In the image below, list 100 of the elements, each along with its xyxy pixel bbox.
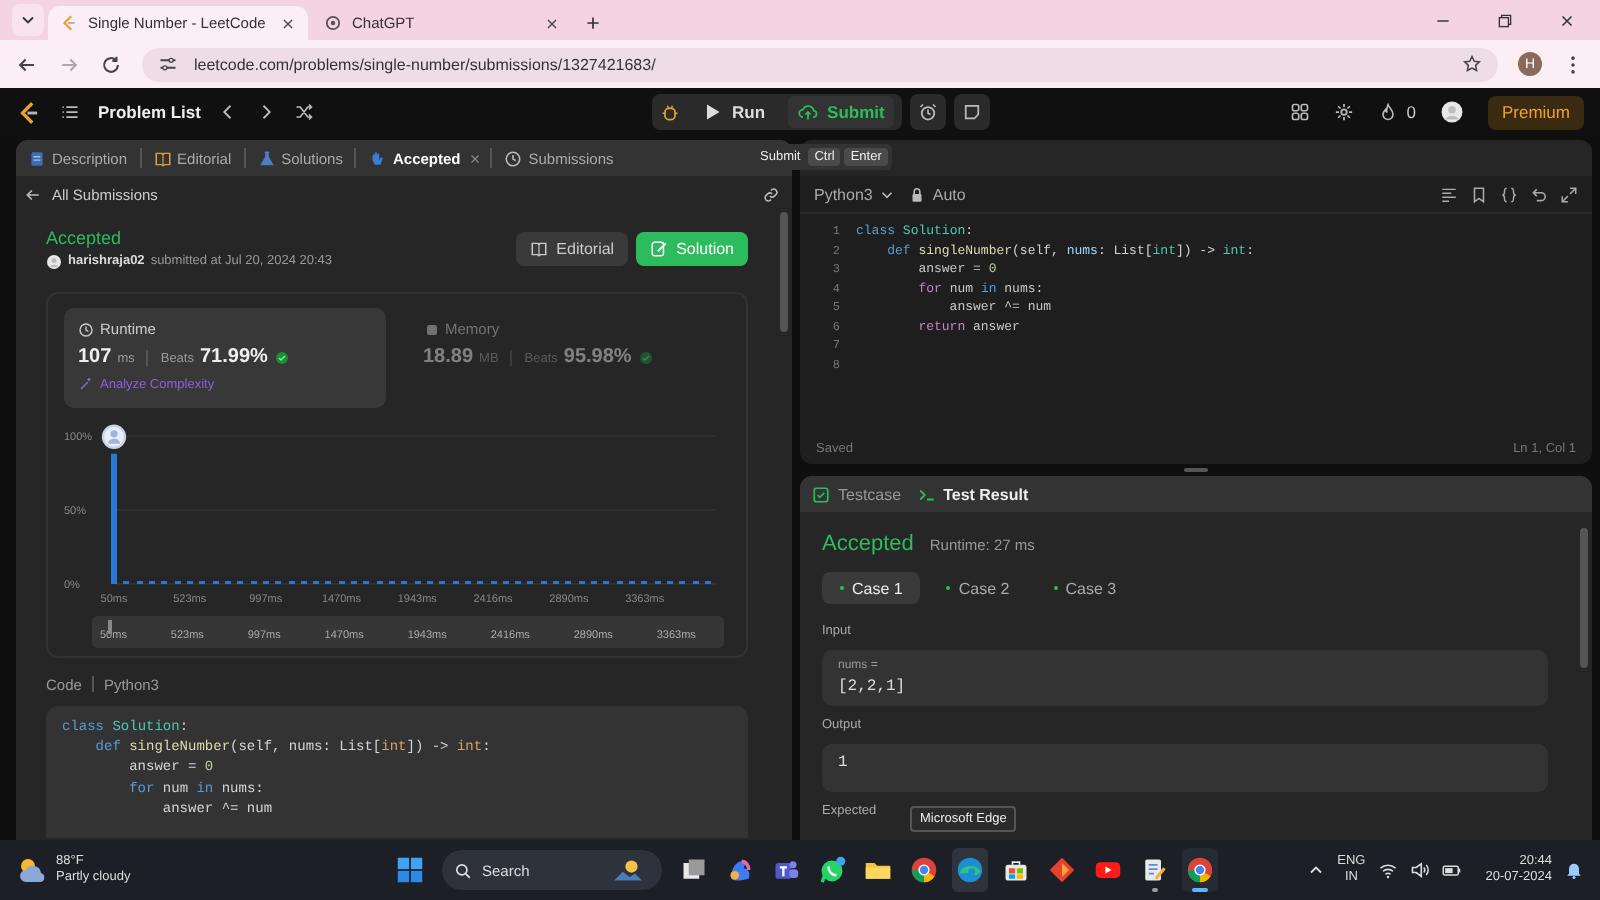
metric-value: 18.89 [423,346,474,368]
close-icon[interactable] [544,15,560,31]
case-tab[interactable]: Case 1 [822,572,921,604]
battery-icon[interactable] [1441,860,1462,880]
format-icon[interactable] [1440,185,1458,203]
running-indicator [1151,888,1157,892]
forward-icon[interactable] [58,53,80,75]
cloud-upload-icon [797,102,818,122]
favicon-icon [324,14,342,32]
browser-icon [910,856,938,884]
alarm-icon [918,102,939,122]
mode-label[interactable]: Auto [932,185,966,203]
undo-icon[interactable] [1530,185,1548,203]
expand-icon[interactable] [1560,185,1578,203]
tab-list-button[interactable] [12,4,44,36]
weather-icon[interactable] [16,854,48,886]
search-icon [454,861,472,879]
resize-handle[interactable] [1184,468,1208,472]
flask-icon [257,149,276,167]
wave-icon [956,856,984,884]
wifi-icon[interactable] [1377,860,1398,880]
bug-icon[interactable] [660,102,680,122]
document-icon [28,149,46,167]
notepad-icon [1140,856,1168,884]
close-icon[interactable] [1558,12,1576,30]
language-dropdown[interactable]: Python3 [814,185,897,203]
bookmark-icon[interactable] [1470,185,1488,203]
beats-percent: 95.98% [563,346,632,368]
close-icon[interactable] [280,15,296,31]
restore-icon[interactable] [1496,12,1514,30]
diamond-icon [1048,856,1076,884]
play-icon [1094,856,1122,884]
volume-icon[interactable] [1409,860,1430,880]
problem-list-link[interactable]: Problem List [98,102,201,122]
swirl-icon [726,856,754,884]
taskbar-button[interactable] [952,848,988,892]
hand-icon [368,149,387,167]
checkbox-icon [812,485,830,503]
favicon-icon [60,14,78,32]
book-icon [530,239,549,257]
link-icon[interactable] [762,185,780,203]
bag-icon [1002,856,1030,884]
logo-icon[interactable] [16,99,42,125]
chip-icon [423,321,439,337]
submit-button[interactable]: Submit [787,96,895,128]
browser-icon [1186,856,1214,884]
shuffle-icon[interactable] [294,102,315,122]
badge-icon [273,349,290,365]
result-status: Accepted [822,532,914,556]
scrollbar[interactable] [780,212,788,332]
case-tab[interactable]: Case 3 [1035,572,1135,604]
badge-icon [637,349,654,365]
case-tab[interactable]: Case 2 [928,572,1028,604]
avatar-icon[interactable] [101,424,127,449]
back-icon[interactable] [16,53,38,75]
back-arrow-icon [24,185,42,203]
bell-icon[interactable] [1564,860,1584,880]
url-text: leetcode.com/problems/single-number/submissions/1327421683/ [194,55,656,73]
site-info-icon [158,54,178,74]
braces-icon[interactable] [1500,185,1518,203]
clock-icon [78,321,94,337]
play-icon [702,102,722,122]
run-button[interactable]: Run [692,102,776,122]
pencil-icon [650,239,669,257]
metric-value: 107 [78,346,112,368]
bookmark-star-icon[interactable] [1462,54,1482,74]
range-handle[interactable] [108,620,111,634]
panel-tab[interactable]: Test Result [917,485,1029,503]
address-field[interactable]: leetcode.com/problems/single-number/submissions/1327421683/ [142,47,1498,81]
beats-percent: 71.99% [199,346,268,368]
settings-icon[interactable] [1334,102,1355,122]
fire-icon[interactable] [1378,102,1399,122]
value-text: [2,2,1] [838,678,908,696]
scrollbar[interactable] [1580,528,1588,668]
new-tab-icon[interactable] [584,14,602,32]
start-icon[interactable] [396,856,424,884]
alarm-button[interactable] [910,94,947,130]
value-text: 1 [838,754,850,772]
taskbar-button[interactable] [1182,848,1218,892]
lock-icon [908,185,927,203]
list-icon[interactable] [60,102,80,122]
clock-icon [504,149,523,167]
terminal-icon [917,485,936,503]
premium-button[interactable]: Premium [1487,95,1584,129]
avatar-icon [46,253,62,269]
wand-icon [78,376,94,392]
chat-icon [818,856,846,884]
note-button[interactable] [954,94,991,130]
editorial-button[interactable]: Editorial [516,231,629,265]
task-view-icon [680,856,708,884]
reload-icon[interactable] [100,53,122,75]
people-icon [772,856,800,884]
running-indicator [1192,888,1208,892]
note-icon [962,102,983,122]
grid-icon[interactable] [1290,102,1311,122]
book-icon [153,149,172,167]
status-title: Accepted [46,227,124,247]
streak-count: 0 [1406,102,1416,122]
panel-tab[interactable]: Testcase [812,485,902,503]
avatar-icon[interactable] [1439,100,1464,124]
